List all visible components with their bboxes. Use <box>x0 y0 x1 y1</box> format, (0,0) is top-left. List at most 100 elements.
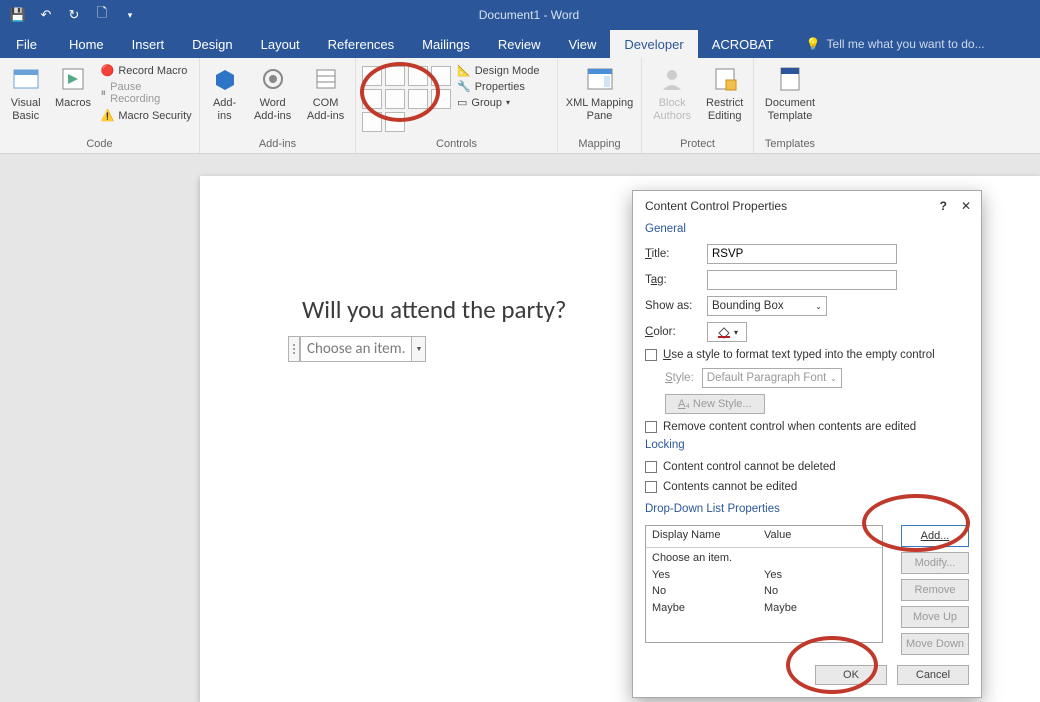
tab-view[interactable]: View <box>554 30 610 58</box>
modify-button[interactable]: Modify... <box>901 552 969 574</box>
record-macro-button[interactable]: 🔴Record Macro <box>101 64 193 77</box>
cancel-button[interactable]: Cancel <box>897 665 969 685</box>
control-repeating-icon[interactable] <box>362 112 382 132</box>
listbox-header: Display Name Value <box>646 526 882 548</box>
section-general: General <box>633 221 981 241</box>
tab-references[interactable]: References <box>314 30 408 58</box>
tag-input[interactable] <box>707 270 897 290</box>
control-richtext-icon[interactable] <box>362 66 382 86</box>
remove-button[interactable]: Remove <box>901 579 969 601</box>
document-heading[interactable]: Will you attend the party? <box>302 294 567 325</box>
checkbox-lock-delete[interactable] <box>645 461 657 473</box>
move-down-button[interactable]: Move Down <box>901 633 969 655</box>
group-label: Protect <box>648 136 747 153</box>
chevron-down-icon: ⌄ <box>830 374 837 383</box>
color-picker-button[interactable]: ▾ <box>707 322 747 342</box>
xml-mapping-icon <box>585 64 615 94</box>
design-mode-icon: 📐 <box>457 64 471 77</box>
row-lock-delete[interactable]: Content control cannot be deleted <box>633 457 981 477</box>
tell-me-search[interactable]: 💡 Tell me what you want to do... <box>788 30 1040 58</box>
tab-file[interactable]: File <box>0 30 55 58</box>
controls-gallery[interactable] <box>362 62 451 132</box>
showas-select[interactable]: Bounding Box ⌄ <box>707 296 827 316</box>
tab-home[interactable]: Home <box>55 30 118 58</box>
use-style-label: Use a style to format text typed into th… <box>663 349 935 361</box>
tab-insert[interactable]: Insert <box>118 30 179 58</box>
checkbox-use-style[interactable] <box>645 349 657 361</box>
visual-basic-icon <box>11 64 41 94</box>
list-item[interactable]: MaybeMaybe <box>652 600 876 617</box>
list-item[interactable]: NoNo <box>652 583 876 600</box>
save-icon[interactable]: 💾 <box>10 7 26 23</box>
controls-options: 📐Design Mode 🔧Properties ▭Group ▾ <box>457 62 540 109</box>
undo-icon[interactable]: ↶ <box>38 7 54 23</box>
control-combobox-icon[interactable] <box>385 89 405 109</box>
addins-button[interactable]: Add- ins <box>206 62 243 122</box>
style-select: Default Paragraph Font ⌄ <box>702 368 842 388</box>
xml-mapping-button[interactable]: XML Mapping Pane <box>564 62 635 122</box>
macro-security-button[interactable]: ⚠️Macro Security <box>101 109 193 122</box>
content-control-dropdown[interactable]: Choose an item. ▼ <box>288 336 426 362</box>
customize-qat-icon[interactable]: ▾ <box>122 10 138 21</box>
group-label: Templates <box>760 136 820 153</box>
group-button[interactable]: ▭Group ▾ <box>457 96 540 109</box>
list-item[interactable]: YesYes <box>652 567 876 584</box>
tab-developer[interactable]: Developer <box>610 30 697 58</box>
label: COM Add-ins <box>307 97 344 122</box>
window-title: Document1 - Word <box>138 8 920 22</box>
help-button[interactable]: ? <box>940 199 947 213</box>
add-button[interactable]: Add... <box>901 525 969 547</box>
properties-button[interactable]: 🔧Properties <box>457 80 540 93</box>
macros-button[interactable]: Macros <box>51 62 94 110</box>
close-button[interactable]: ✕ <box>961 199 971 213</box>
control-picture-icon[interactable] <box>408 66 428 86</box>
group-label: Add-ins <box>206 136 349 153</box>
visual-basic-button[interactable]: Visual Basic <box>6 62 45 122</box>
new-doc-icon[interactable]: 🗋 <box>94 4 110 26</box>
repeat-icon[interactable]: ↻ <box>66 7 82 23</box>
design-mode-button[interactable]: 📐Design Mode <box>457 64 540 77</box>
color-bucket-icon <box>716 325 732 339</box>
tab-review[interactable]: Review <box>484 30 555 58</box>
dialog-title: Content Control Properties <box>645 199 787 213</box>
dropdown-listbox[interactable]: Display Name Value Choose an item. YesYe… <box>645 525 883 643</box>
macros-icon <box>58 64 88 94</box>
section-locking: Locking <box>633 437 981 457</box>
group-addins: Add- ins Word Add-ins COM Add-ins Add-in… <box>200 58 356 153</box>
restrict-editing-button[interactable]: Restrict Editing <box>702 62 747 122</box>
security-icon: ⚠️ <box>101 109 115 122</box>
com-addins-icon <box>311 64 341 94</box>
control-checkbox-icon[interactable] <box>362 89 382 109</box>
checkbox-remove-cc[interactable] <box>645 421 657 433</box>
row-new-style: A₄ New Style... <box>633 391 981 417</box>
style-value: Default Paragraph Font <box>707 372 827 384</box>
tab-mailings[interactable]: Mailings <box>408 30 484 58</box>
com-addins-button[interactable]: COM Add-ins <box>302 62 349 122</box>
tab-design[interactable]: Design <box>178 30 246 58</box>
ok-button[interactable]: OK <box>815 665 887 685</box>
cc-handle-icon[interactable] <box>288 336 300 362</box>
label: Document Template <box>765 97 815 122</box>
row-lock-edit[interactable]: Contents cannot be edited <box>633 477 981 497</box>
cc-placeholder[interactable]: Choose an item. <box>300 336 412 362</box>
tell-me-label: Tell me what you want to do... <box>827 37 985 51</box>
chevron-down-icon[interactable]: ▼ <box>412 336 426 362</box>
dialog-buttons: OK Cancel <box>633 655 981 697</box>
control-plaintext-icon[interactable] <box>385 66 405 86</box>
word-addins-button[interactable]: Word Add-ins <box>249 62 296 122</box>
control-legacy-icon[interactable] <box>385 112 405 132</box>
control-datepicker-icon[interactable] <box>431 89 451 109</box>
document-template-button[interactable]: Document Template <box>760 62 820 122</box>
move-up-button[interactable]: Move Up <box>901 606 969 628</box>
tab-acrobat[interactable]: ACROBAT <box>698 30 788 58</box>
row-remove-cc[interactable]: Remove content control when contents are… <box>633 417 981 437</box>
list-item[interactable]: Choose an item. <box>652 550 876 567</box>
control-buildingblock-icon[interactable] <box>431 66 451 86</box>
title-input[interactable] <box>707 244 897 264</box>
row-use-style[interactable]: Use a style to format text typed into th… <box>633 345 981 365</box>
tab-layout[interactable]: Layout <box>247 30 314 58</box>
control-dropdown-icon[interactable] <box>408 89 428 109</box>
pause-recording-button[interactable]: ⏸Pause Recording <box>101 81 193 105</box>
block-authors-button[interactable]: Block Authors <box>648 62 696 122</box>
checkbox-lock-edit[interactable] <box>645 481 657 493</box>
